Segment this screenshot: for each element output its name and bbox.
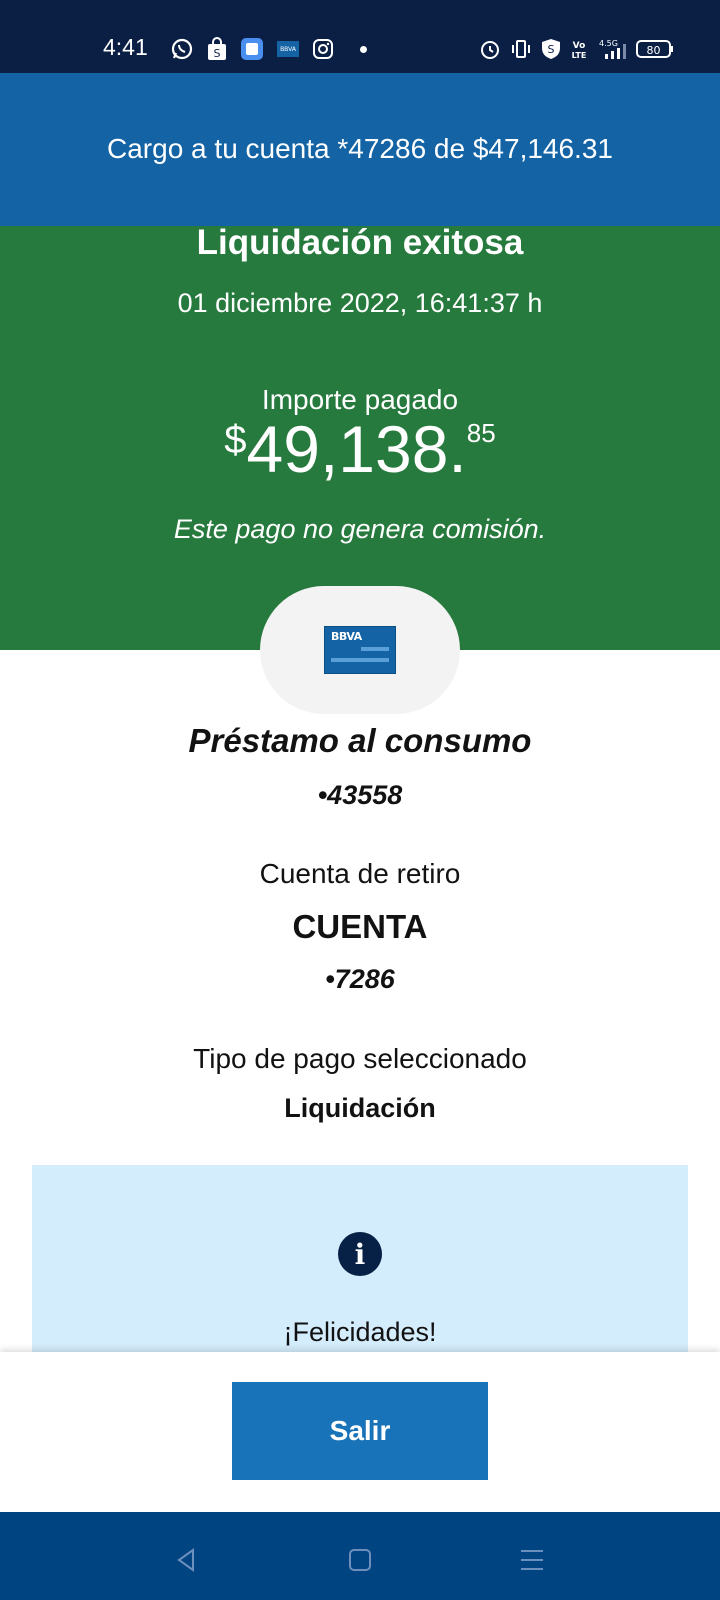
bbva-icon: BBVA xyxy=(276,39,300,59)
volte-icon: Vo LTE xyxy=(570,38,588,60)
amount-decimals: 85 xyxy=(466,418,496,448)
product-number: •43558 xyxy=(317,780,403,810)
shield-icon: S xyxy=(541,38,561,60)
withdrawal-account-name: CUENTA xyxy=(292,908,428,945)
svg-text:LTE: LTE xyxy=(572,51,587,60)
battery-icon: 80 xyxy=(636,39,674,59)
svg-text:S: S xyxy=(214,47,221,60)
product-card-badge: BBVA xyxy=(260,586,460,714)
info-icon: i xyxy=(338,1232,382,1276)
svg-text:S: S xyxy=(548,43,555,56)
status-bar: 4:41 S BBVA S Vo LTE 4.5G 80 xyxy=(0,0,720,73)
withdrawal-account-number: •7286 xyxy=(325,964,395,994)
bbva-card-icon: BBVA xyxy=(324,626,396,674)
app-icon xyxy=(240,37,264,61)
svg-text:4.5G: 4.5G xyxy=(599,39,618,48)
notification-icons: S BBVA xyxy=(170,36,367,62)
signal-icon: 4.5G xyxy=(597,38,627,60)
payment-type-label: Tipo de pago seleccionado xyxy=(193,1043,527,1074)
alarm-icon xyxy=(479,38,501,60)
exit-button[interactable]: Salir xyxy=(232,1382,488,1480)
withdrawal-account-label: Cuenta de retiro xyxy=(259,858,461,889)
system-nav-bar xyxy=(0,1512,720,1600)
svg-text:BBVA: BBVA xyxy=(280,46,297,53)
transaction-datetime: 01 diciembre 2022, 16:41:37 h xyxy=(177,288,543,318)
instagram-icon xyxy=(312,38,334,60)
back-nav-icon[interactable] xyxy=(167,1540,207,1580)
amount-currency-symbol: $ xyxy=(224,418,247,462)
whatsapp-icon xyxy=(170,37,194,61)
shopping-bag-icon: S xyxy=(206,37,228,61)
toast-message: Cargo a tu cuenta *47286 de $47,146.31 xyxy=(107,133,613,164)
recents-nav-icon[interactable] xyxy=(512,1540,552,1580)
status-time: 4:41 xyxy=(103,34,148,60)
dot-icon xyxy=(360,45,367,53)
amount-integer: 49,138. xyxy=(246,412,467,486)
commission-note: Este pago no genera comisión. xyxy=(173,514,547,544)
home-nav-icon[interactable] xyxy=(340,1540,380,1580)
charge-toast: Cargo a tu cuenta *47286 de $47,146.31 xyxy=(0,73,720,226)
vibrate-icon xyxy=(510,38,532,60)
card-brand: BBVA xyxy=(331,630,362,643)
system-icons: S Vo LTE 4.5G 80 xyxy=(479,36,674,62)
info-box: i ¡Felicidades! xyxy=(32,1165,688,1365)
payment-type-value: Liquidación xyxy=(284,1093,436,1123)
product-name: Préstamo al consumo xyxy=(188,722,532,759)
battery-level: 80 xyxy=(647,44,661,57)
page-title: Liquidación exitosa xyxy=(196,223,524,262)
info-title: ¡Felicidades! xyxy=(283,1317,437,1347)
amount-paid: $49,138.85 xyxy=(0,416,720,482)
svg-text:Vo: Vo xyxy=(573,41,586,51)
bottom-action-bar: Salir xyxy=(0,1352,720,1512)
